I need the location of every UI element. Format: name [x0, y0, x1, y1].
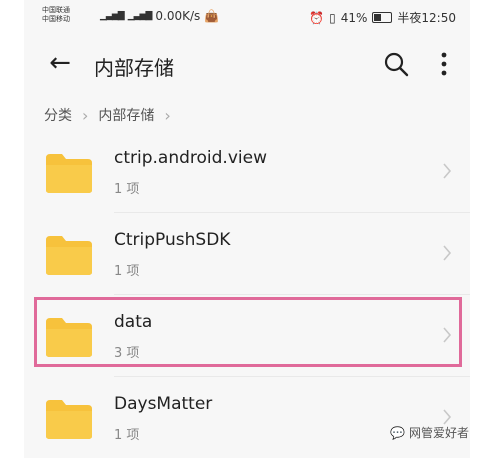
- chevron-right-icon: ›: [164, 105, 171, 125]
- network-status: ▁▃▅▇ ▁▃▅▇ 0.00K/s 👜: [100, 9, 219, 23]
- list-item-folder[interactable]: CtripPushSDK 1 项: [24, 216, 470, 294]
- item-count: 1 项: [114, 264, 140, 279]
- screen: 中国联通 中国移动 ▁▃▅▇ ▁▃▅▇ 0.00K/s 👜 ⏰ ▯ 41% 半夜…: [0, 0, 489, 458]
- list-item-folder[interactable]: DaysMatter 1 项: [24, 380, 470, 458]
- search-icon[interactable]: [382, 50, 410, 78]
- clock: 半夜12:50: [397, 11, 456, 25]
- carrier-2: 中国移动: [42, 15, 70, 23]
- divider: [114, 376, 470, 377]
- breadcrumb-internal-storage[interactable]: 内部存储: [98, 105, 154, 125]
- back-arrow-icon[interactable]: ←: [44, 48, 76, 80]
- battery-icon: [372, 12, 393, 23]
- chevron-right-icon: [443, 245, 452, 261]
- highlight-box: [34, 297, 462, 367]
- item-count: 1 项: [114, 428, 140, 443]
- vibrate-icon: ▯: [329, 10, 336, 25]
- status-bar: 中国联通 中国移动 ▁▃▅▇ ▁▃▅▇ 0.00K/s 👜 ⏰ ▯ 41% 半夜…: [24, 0, 470, 38]
- more-options-icon[interactable]: [434, 50, 454, 78]
- page-title: 内部存储: [94, 56, 174, 80]
- breadcrumb-category[interactable]: 分类: [44, 105, 72, 125]
- carrier-labels: 中国联通 中国移动: [42, 6, 70, 24]
- app-bar: ← 内部存储: [24, 38, 470, 92]
- folder-name: DaysMatter: [114, 394, 213, 414]
- item-count: 1 项: [114, 182, 140, 197]
- folder-name: CtripPushSDK: [114, 230, 231, 250]
- system-status: ⏰ ▯ 41% 半夜12:50: [309, 9, 456, 26]
- divider: [114, 212, 470, 213]
- divider: [114, 294, 470, 295]
- watermark-text: 网管爱好者: [408, 426, 469, 440]
- folder-icon: [46, 400, 92, 439]
- alarm-icon: ⏰: [309, 10, 325, 25]
- watermark: 💬 网管爱好者: [390, 424, 469, 441]
- carrier-1: 中国联通: [42, 6, 70, 14]
- folder-icon: [46, 154, 92, 193]
- shopping-bag-icon: 👜: [204, 9, 220, 23]
- network-speed: 0.00K/s: [155, 9, 201, 23]
- folder-name: ctrip.android.view: [114, 148, 267, 168]
- breadcrumb: 分类 › 内部存储 ›: [24, 96, 470, 134]
- chevron-right-icon: [443, 163, 452, 179]
- chevron-right-icon: ›: [82, 105, 89, 125]
- battery-percent: 41%: [340, 10, 368, 25]
- signal-icon: ▁▃▅▇: [100, 11, 125, 21]
- wechat-icon: 💬: [390, 425, 405, 440]
- signal-icon-2: ▁▃▅▇: [127, 11, 153, 21]
- list-item-folder[interactable]: ctrip.android.view 1 项: [24, 134, 470, 212]
- folder-icon: [46, 236, 92, 275]
